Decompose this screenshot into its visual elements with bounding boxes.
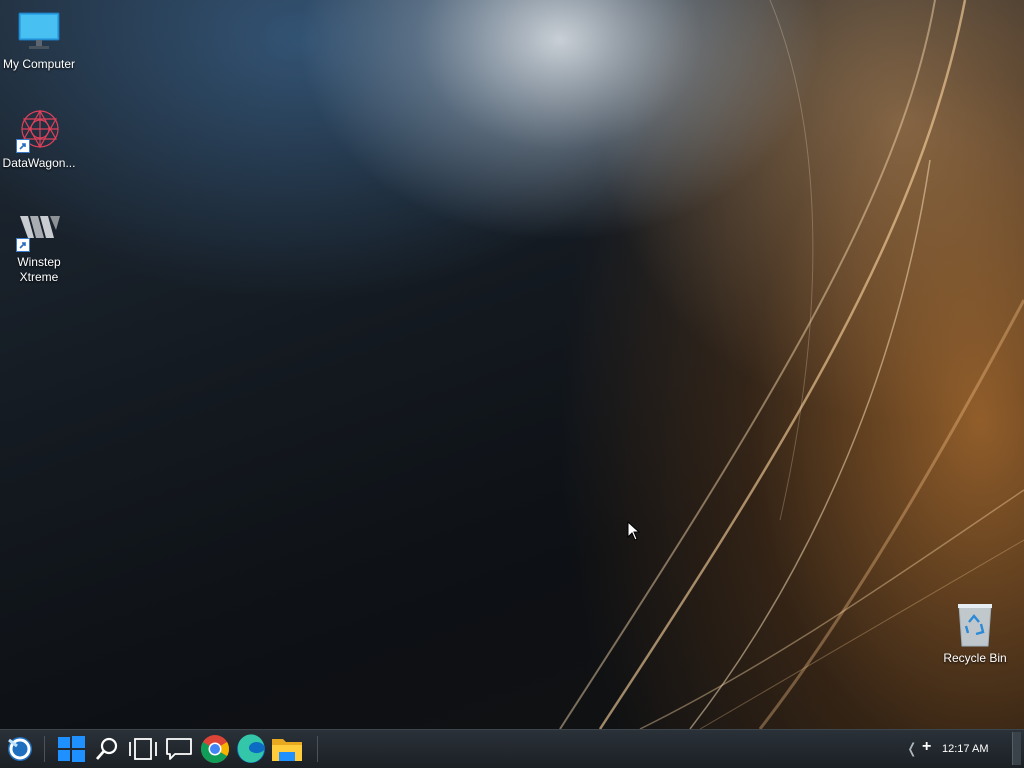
winstep-start-button[interactable] (3, 732, 37, 766)
chat-button[interactable] (162, 732, 196, 766)
desktop-icon-label: Winstep Xtreme (17, 255, 61, 284)
taskbar: ❬ + 12:17 AM (0, 729, 1024, 768)
search-icon (95, 737, 118, 760)
tray-plus-icon[interactable]: + (922, 738, 931, 756)
file-explorer-button[interactable] (270, 732, 304, 766)
recycle-bin-icon (952, 602, 998, 648)
taskbar-clock[interactable]: 12:17 AM (942, 743, 988, 755)
taskbar-separator (44, 736, 45, 762)
edge-button[interactable] (234, 732, 268, 766)
folder-icon (272, 739, 302, 761)
desktop-icon-winstep-xtreme[interactable]: Winstep Xtreme (0, 206, 78, 285)
system-tray: ❬ + 12:17 AM (896, 730, 1024, 768)
datawagon-icon (16, 107, 62, 153)
taskbar-divider (317, 736, 318, 762)
chrome-icon (201, 735, 229, 763)
task-view-button[interactable] (126, 732, 160, 766)
show-desktop-button[interactable] (1012, 732, 1021, 765)
task-view-icon (129, 738, 157, 760)
desktop-icon-label: Recycle Bin (943, 651, 1007, 665)
shortcut-arrow-icon (16, 238, 30, 252)
search-button[interactable] (90, 732, 124, 766)
edge-icon (237, 734, 265, 763)
winstep-start-icon (8, 737, 32, 761)
monitor-icon (16, 8, 62, 54)
desktop[interactable]: My Computer DataWagon... Winstep Xtreme … (0, 0, 1024, 729)
chrome-button[interactable] (198, 732, 232, 766)
desktop-icon-recycle-bin[interactable]: Recycle Bin (936, 602, 1014, 666)
windows-start-button[interactable] (54, 732, 88, 766)
winstep-icon (16, 206, 62, 252)
desktop-icon-my-computer[interactable]: My Computer (0, 8, 78, 72)
mouse-cursor-icon (627, 521, 641, 541)
desktop-icon-datawagon[interactable]: DataWagon... (0, 107, 78, 171)
chat-icon (166, 738, 192, 760)
desktop-icon-label: My Computer (2, 57, 76, 71)
wallpaper-streaks (559, 0, 1024, 729)
windows-logo-icon (58, 736, 85, 762)
shortcut-arrow-icon (16, 139, 30, 153)
tray-expand-chevron-icon[interactable]: ❬ (906, 740, 918, 757)
desktop-icon-label: DataWagon... (2, 156, 76, 170)
